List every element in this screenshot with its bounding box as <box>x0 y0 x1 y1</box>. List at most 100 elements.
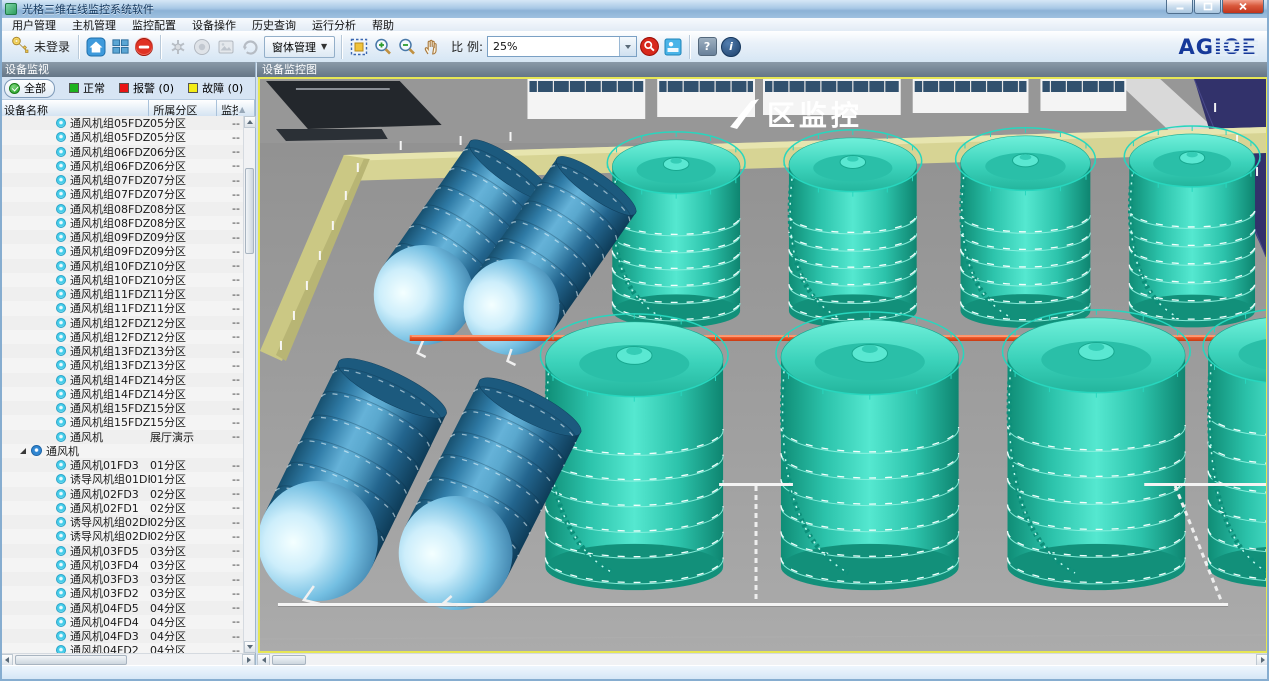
minimize-button[interactable] <box>1166 0 1193 14</box>
tree-expand-icon[interactable] <box>20 448 26 454</box>
device-row[interactable]: 通风机组11FDZ111分区-- <box>0 301 243 315</box>
device-row[interactable]: 通风机04FD404分区-- <box>0 615 243 629</box>
device-row[interactable]: 通风机04FD204分区-- <box>0 643 243 653</box>
tank-teal-lower-2[interactable] <box>776 312 964 590</box>
scrollbar-thumb[interactable] <box>15 655 127 665</box>
column-header-name[interactable]: 设备名称 <box>0 100 149 117</box>
login-button[interactable]: 未登录 <box>6 35 74 58</box>
chevron-down-icon: ▼ <box>321 43 327 51</box>
device-row[interactable]: 通风机组12FDZ112分区-- <box>0 330 243 344</box>
lamp-post <box>293 311 295 320</box>
scrollbar-thumb[interactable] <box>245 168 254 254</box>
column-header-zone[interactable]: 所属分区 <box>149 100 217 117</box>
filter-normal[interactable]: 正常 <box>69 80 105 96</box>
device-row[interactable]: 通风机03FD503分区-- <box>0 544 243 558</box>
device-row[interactable]: 通风机02FD102分区-- <box>0 501 243 515</box>
window-manage-button[interactable]: 窗体管理 ▼ <box>264 36 335 58</box>
device-row[interactable]: 诱导风机组01DF101分区-- <box>0 472 243 486</box>
device-row[interactable]: 通风机01FD301分区-- <box>0 458 243 472</box>
device-zone: 04分区 <box>150 642 216 653</box>
stop-button[interactable] <box>132 35 156 59</box>
device-monitor-value: -- <box>216 245 243 258</box>
tank-teal-upper-4[interactable] <box>1124 126 1260 327</box>
zoom-in-button[interactable] <box>371 35 395 59</box>
monitor-wall-icon[interactable] <box>108 35 132 59</box>
column-header-monitor[interactable]: 监控 ▲ <box>217 100 255 117</box>
device-row[interactable]: 通风机组14FDZ114分区-- <box>0 387 243 401</box>
device-row[interactable]: 通风机04FD504分区-- <box>0 601 243 615</box>
device-row[interactable]: 通风机04FD304分区-- <box>0 629 243 643</box>
device-row[interactable]: 通风机组12FDZ212分区-- <box>0 316 243 330</box>
device-status-icon <box>56 332 66 342</box>
device-status-icon <box>56 474 66 484</box>
device-row[interactable]: 通风机02FD302分区-- <box>0 487 243 501</box>
tank-teal-lower-3[interactable] <box>1003 310 1191 590</box>
device-row[interactable]: 通风机组14FDZ214分区-- <box>0 373 243 387</box>
device-row[interactable]: 通风机组15FDZ215分区-- <box>0 401 243 415</box>
device-row[interactable]: 通风机组11FDZ211分区-- <box>0 287 243 301</box>
device-row[interactable]: 通风机组13FDZ113分区-- <box>0 358 243 372</box>
device-monitor-panel: 设备监视 全部 正常 报警 (0) 故障 (0) 设备名称 所属分区 <box>0 62 256 666</box>
arrow-up-icon <box>247 120 253 124</box>
help-button[interactable]: ? <box>695 35 719 59</box>
device-status-icon <box>56 588 66 598</box>
device-row[interactable]: 通风机组08FDZ208分区-- <box>0 202 243 216</box>
filter-fault[interactable]: 故障 (0) <box>188 80 243 96</box>
device-monitor-value: -- <box>216 159 243 172</box>
device-row[interactable]: 通风机03FD203分区-- <box>0 586 243 600</box>
toolbar-separator <box>160 35 162 59</box>
device-monitor-value: -- <box>216 259 243 272</box>
device-row[interactable]: 通风机组06FDZ106分区-- <box>0 159 243 173</box>
device-row[interactable]: 通风机组09FDZ109分区-- <box>0 244 243 258</box>
device-row[interactable]: 通风机组10FDZ210分区-- <box>0 259 243 273</box>
combo-dropdown-button[interactable] <box>619 37 636 56</box>
tank-teal-upper-3[interactable] <box>956 128 1096 328</box>
filter-all-button[interactable]: 全部 <box>4 79 55 98</box>
device-row[interactable]: 通风机组09FDZ209分区-- <box>0 230 243 244</box>
close-button[interactable] <box>1222 0 1264 14</box>
building-windows <box>529 81 643 92</box>
device-row[interactable]: 诱导风机组02DF202分区-- <box>0 515 243 529</box>
pan-hand-button[interactable] <box>419 35 443 59</box>
device-status-icon <box>56 489 66 499</box>
person-panel-button[interactable] <box>661 35 685 59</box>
device-row[interactable]: 通风机组07FDZ107分区-- <box>0 187 243 201</box>
home-view-button[interactable] <box>84 35 108 59</box>
scale-combobox[interactable]: 25% <box>487 36 637 57</box>
device-row[interactable]: 通风机展厅演示-- <box>0 430 243 444</box>
locate-search-button[interactable] <box>637 35 661 59</box>
select-region-button[interactable] <box>347 35 371 59</box>
device-list-vertical-scrollbar[interactable] <box>243 116 255 653</box>
lamp-post <box>319 251 321 260</box>
device-row[interactable]: 通风机组06FDZ206分区-- <box>0 145 243 159</box>
device-row[interactable]: 通风机组15FDZ115分区-- <box>0 415 243 429</box>
window-title: 光格三维在线监控系统软件 <box>22 1 154 17</box>
device-row[interactable]: 通风机组13FDZ213分区-- <box>0 344 243 358</box>
arrow-down-icon <box>247 645 253 649</box>
device-row[interactable]: 通风机组10FDZ110分区-- <box>0 273 243 287</box>
tank-teal-lower-4[interactable] <box>1203 309 1266 588</box>
device-row[interactable]: 通风机组08FDZ108分区-- <box>0 216 243 230</box>
device-row[interactable]: 通风机组05FDZ105分区-- <box>0 130 243 144</box>
device-status-icon <box>56 346 66 356</box>
device-row[interactable]: 通风机03FD303分区-- <box>0 572 243 586</box>
device-row[interactable]: 通风机组07FDZ207分区-- <box>0 173 243 187</box>
device-row[interactable]: 通风机03FD403分区-- <box>0 558 243 572</box>
scene-viewport[interactable]: 区监控 <box>258 77 1268 653</box>
device-monitor-value: -- <box>216 615 243 628</box>
tank-teal-upper-2[interactable] <box>784 130 922 328</box>
device-monitor-value: -- <box>216 359 243 372</box>
alarm-status-swatch <box>119 83 129 93</box>
scene-svg[interactable]: 区监控 <box>260 79 1266 651</box>
zoom-out-button[interactable] <box>395 35 419 59</box>
about-button[interactable]: i <box>719 35 743 59</box>
filter-alarm[interactable]: 报警 (0) <box>119 80 174 96</box>
device-row[interactable]: 通风机组05FDZ205分区-- <box>0 116 243 130</box>
device-row[interactable]: 诱导风机组02DF102分区-- <box>0 529 243 543</box>
scrollbar-thumb[interactable] <box>272 655 306 665</box>
tank-teal-upper-1[interactable] <box>607 132 745 328</box>
scroll-up-button[interactable] <box>244 116 256 128</box>
maximize-button[interactable] <box>1194 0 1221 14</box>
device-group-row[interactable]: 通风机 <box>0 444 243 458</box>
scroll-down-button[interactable] <box>244 641 256 653</box>
